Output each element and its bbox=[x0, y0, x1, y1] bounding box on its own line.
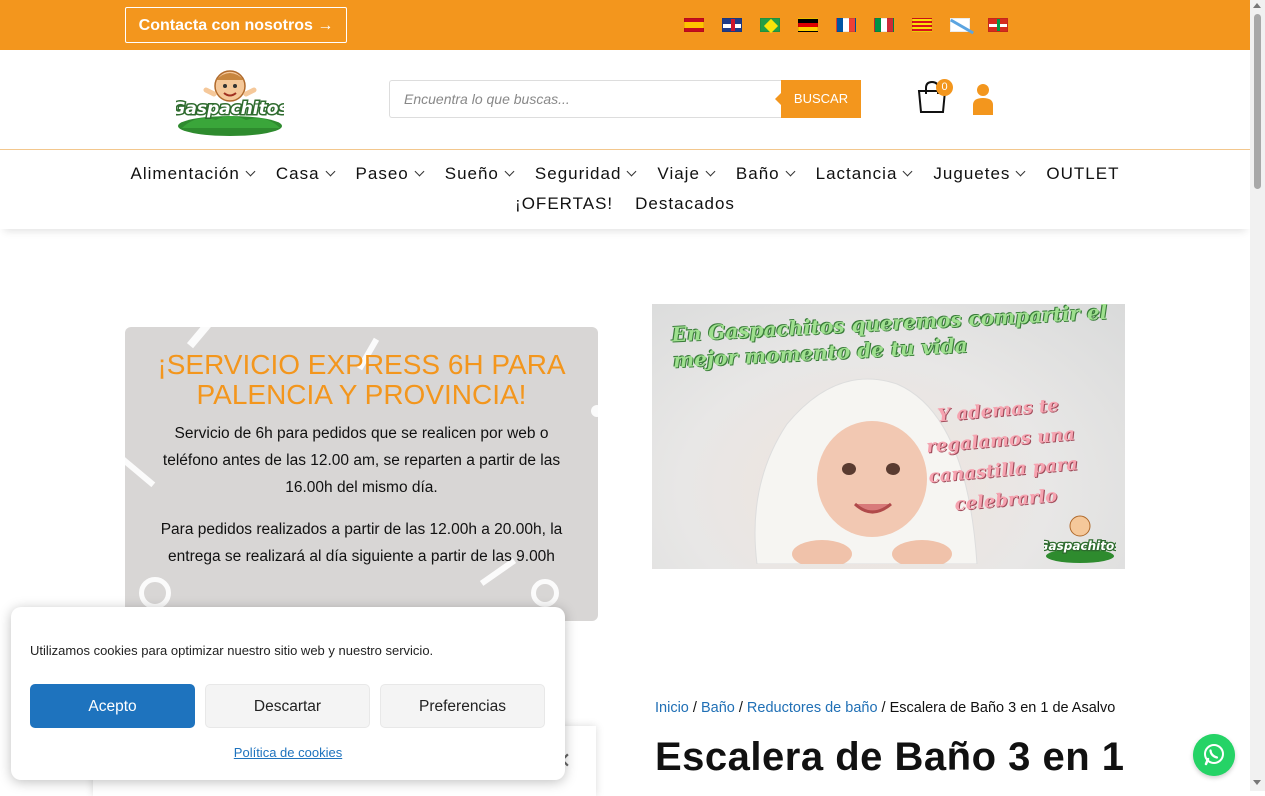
site-header: Gaspachitos BUSCAR 0 bbox=[0, 50, 1250, 150]
nav-item-seguridad[interactable]: Seguridad bbox=[524, 163, 647, 185]
nav-item-destacados[interactable]: Destacados bbox=[624, 193, 746, 215]
nav-item-lactancia[interactable]: Lactancia bbox=[805, 163, 923, 185]
chevron-down-icon bbox=[902, 166, 913, 177]
it-flag-icon[interactable] bbox=[874, 18, 894, 32]
eu-flag-icon[interactable] bbox=[988, 18, 1008, 32]
main-nav: Alimentación Casa Paseo Sueño Seguridad … bbox=[0, 150, 1250, 229]
nav-item-juguetes[interactable]: Juguetes bbox=[922, 163, 1035, 185]
cart-count-badge: 0 bbox=[936, 79, 953, 96]
decor-shape bbox=[186, 327, 212, 349]
product-title: Escalera de Baño 3 en 1 bbox=[655, 735, 1125, 779]
de-flag-icon[interactable] bbox=[798, 18, 818, 32]
fr-flag-icon[interactable] bbox=[836, 18, 856, 32]
nav-item-paseo[interactable]: Paseo bbox=[345, 163, 434, 185]
breadcrumb-separator: / bbox=[877, 700, 890, 716]
contact-button[interactable]: Contacta con nosotros → bbox=[125, 7, 347, 43]
breadcrumb-bano[interactable]: Baño bbox=[701, 700, 735, 716]
breadcrumb-separator: / bbox=[688, 700, 701, 716]
nav-item-ofertas[interactable]: ¡OFERTAS! bbox=[504, 193, 624, 215]
service-text-2: Para pedidos realizados a partir de las … bbox=[160, 521, 563, 565]
whatsapp-icon[interactable] bbox=[1193, 734, 1235, 776]
chevron-down-icon bbox=[785, 166, 796, 177]
es-flag-icon[interactable] bbox=[684, 18, 704, 32]
breadcrumb-reductores[interactable]: Reductores de baño bbox=[747, 700, 878, 716]
language-flags bbox=[684, 18, 1008, 32]
cookie-banner: Utilizamos cookies para optimizar nuestr… bbox=[11, 607, 565, 780]
chevron-down-icon bbox=[626, 166, 637, 177]
br-flag-icon[interactable] bbox=[760, 18, 780, 32]
chevron-down-icon bbox=[414, 166, 425, 177]
banner-logo: Gaspachitos bbox=[1044, 515, 1116, 563]
nav-item-viaje[interactable]: Viaje bbox=[646, 163, 725, 185]
page-scrollbar[interactable] bbox=[1250, 0, 1265, 791]
chevron-down-icon bbox=[705, 166, 716, 177]
cookie-text: Utilizamos cookies para optimizar nuestr… bbox=[30, 643, 434, 658]
service-text-1: Servicio de 6h para pedidos que se reali… bbox=[162, 425, 561, 496]
decor-shape bbox=[139, 577, 171, 609]
cookie-policy-link[interactable]: Política de cookies bbox=[11, 745, 565, 760]
nav-row-2: ¡OFERTAS! Destacados bbox=[0, 193, 1250, 215]
banner-subline: Y ademas te regalamos una canastilla par… bbox=[925, 394, 1079, 516]
logo-text: Gaspachitos bbox=[176, 99, 284, 119]
user-icon[interactable] bbox=[972, 83, 994, 115]
nav-item-bano[interactable]: Baño bbox=[725, 163, 805, 185]
nav-item-alimentacion[interactable]: Alimentación bbox=[120, 163, 265, 185]
ca-flag-icon[interactable] bbox=[912, 18, 932, 32]
cookie-preferences-button[interactable]: Preferencias bbox=[380, 684, 545, 728]
service-title: ¡SERVICIO EXPRESS 6H PARA PALENCIA Y PRO… bbox=[157, 349, 566, 410]
accept-cookies-button[interactable]: Acepto bbox=[30, 684, 195, 728]
express-service-box: ¡SERVICIO EXPRESS 6H PARA PALENCIA Y PRO… bbox=[125, 327, 598, 621]
nav-item-sueno[interactable]: Sueño bbox=[434, 163, 524, 185]
promo-banner[interactable]: En Gaspachitos queremos compartir el mej… bbox=[652, 304, 1125, 569]
gaspachitos-logo[interactable]: Gaspachitos bbox=[176, 66, 284, 136]
scroll-down-arrow-icon[interactable] bbox=[1253, 780, 1261, 785]
breadcrumb-inicio[interactable]: Inicio bbox=[655, 700, 689, 716]
deny-cookies-button[interactable]: Descartar bbox=[205, 684, 370, 728]
nav-item-outlet[interactable]: OUTLET bbox=[1035, 163, 1130, 185]
search-input[interactable] bbox=[389, 80, 781, 118]
breadcrumb: Inicio / Baño / Reductores de baño / Esc… bbox=[655, 700, 1115, 716]
chevron-down-icon bbox=[1015, 166, 1026, 177]
chevron-down-icon bbox=[504, 166, 515, 177]
banner-logo-text: Gaspachitos bbox=[1044, 539, 1116, 553]
scrollbar-thumb[interactable] bbox=[1254, 14, 1261, 189]
scroll-up-arrow-icon[interactable] bbox=[1253, 3, 1261, 8]
chevron-down-icon bbox=[245, 166, 256, 177]
top-bar: Contacta con nosotros → bbox=[0, 0, 1250, 50]
nav-item-casa[interactable]: Casa bbox=[265, 163, 345, 185]
breadcrumb-separator: / bbox=[734, 700, 747, 716]
decor-shape bbox=[531, 579, 559, 607]
nav-row-1: Alimentación Casa Paseo Sueño Seguridad … bbox=[0, 163, 1250, 185]
search-button[interactable]: BUSCAR bbox=[775, 80, 861, 118]
uk-flag-icon[interactable] bbox=[722, 18, 742, 32]
gl-flag-icon[interactable] bbox=[950, 18, 970, 32]
chevron-down-icon bbox=[325, 166, 335, 177]
breadcrumb-current: Escalera de Baño 3 en 1 de Asalvo bbox=[889, 700, 1116, 716]
